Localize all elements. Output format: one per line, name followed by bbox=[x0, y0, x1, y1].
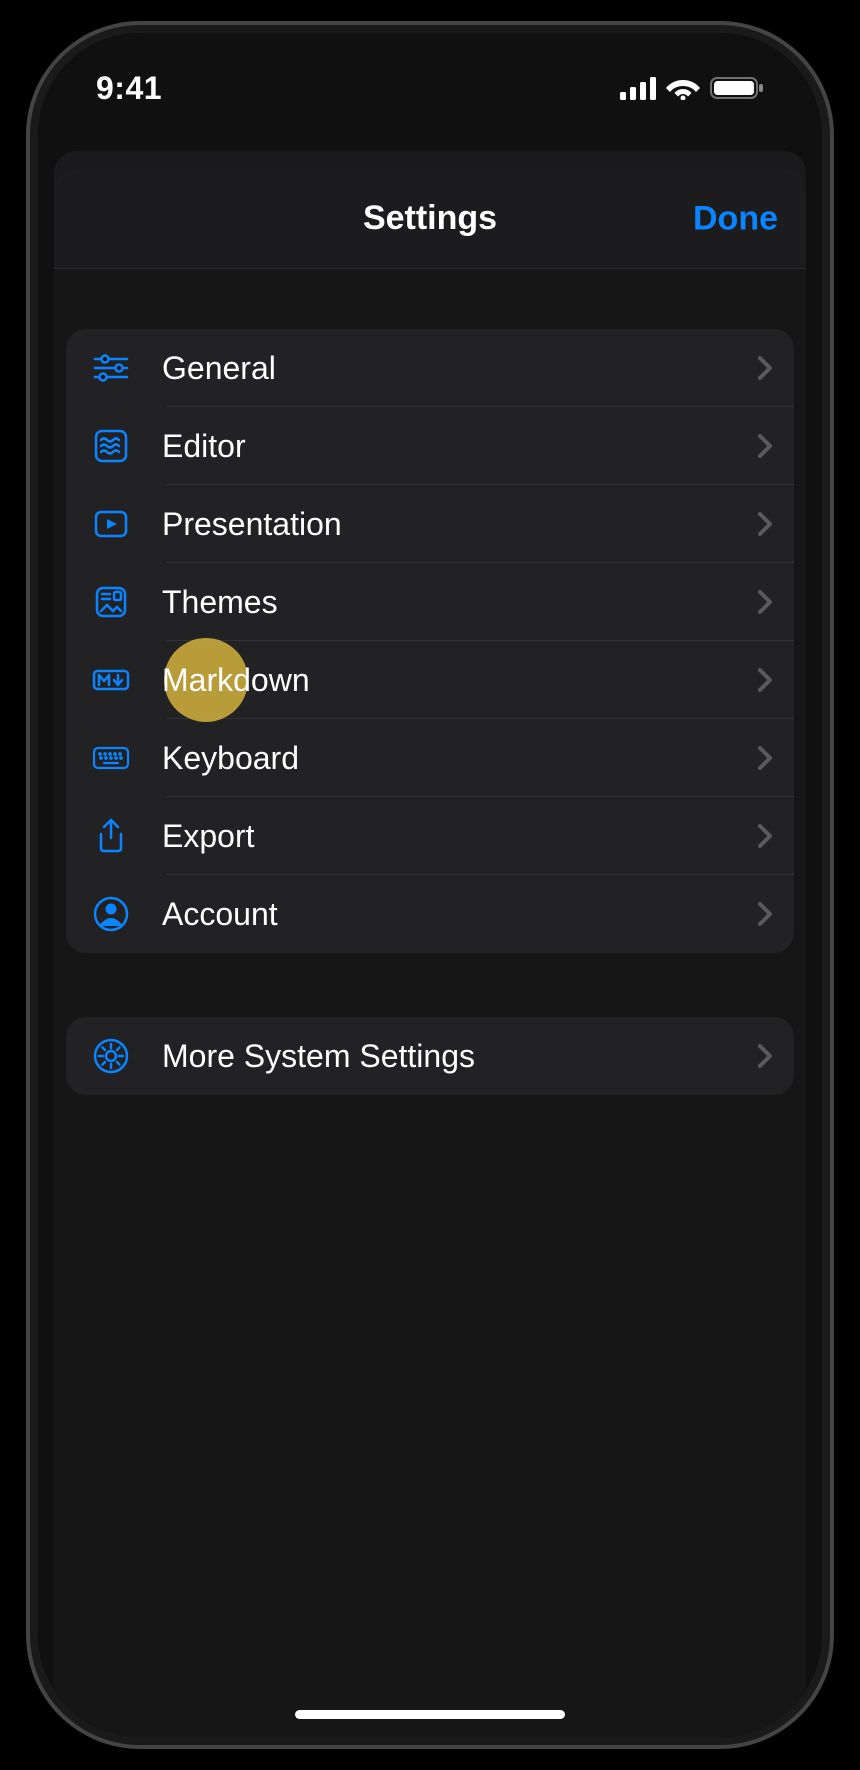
page-title: Settings bbox=[363, 199, 497, 238]
settings-row-export[interactable]: Export bbox=[66, 797, 794, 875]
chevron-right-icon bbox=[756, 744, 774, 772]
sliders-icon bbox=[86, 343, 136, 393]
row-label: Account bbox=[162, 896, 756, 933]
sheet-header: Settings Done bbox=[54, 169, 806, 269]
row-label: More System Settings bbox=[162, 1038, 756, 1075]
battery-icon bbox=[710, 76, 764, 100]
settings-sheet: Settings Done General bbox=[54, 169, 806, 1737]
row-label: Editor bbox=[162, 428, 756, 465]
settings-row-account[interactable]: Account bbox=[66, 875, 794, 953]
row-label: General bbox=[162, 350, 756, 387]
settings-content: General bbox=[54, 269, 806, 1095]
keyboard-icon bbox=[86, 733, 136, 783]
themes-icon bbox=[86, 577, 136, 627]
share-icon bbox=[86, 811, 136, 861]
settings-group-main: General bbox=[66, 329, 794, 953]
account-icon bbox=[86, 889, 136, 939]
chevron-right-icon bbox=[756, 510, 774, 538]
settings-row-presentation[interactable]: Presentation bbox=[66, 485, 794, 563]
play-icon bbox=[86, 499, 136, 549]
device-frame: 9:41 bbox=[30, 25, 830, 1745]
done-button[interactable]: Done bbox=[693, 199, 778, 238]
row-label: Presentation bbox=[162, 506, 756, 543]
status-time: 9:41 bbox=[96, 70, 162, 107]
chevron-right-icon bbox=[756, 666, 774, 694]
settings-row-editor[interactable]: Editor bbox=[66, 407, 794, 485]
settings-row-general[interactable]: General bbox=[66, 329, 794, 407]
cellular-icon bbox=[620, 76, 656, 100]
screen: 9:41 bbox=[38, 33, 822, 1737]
settings-group-system: More System Settings bbox=[66, 1017, 794, 1095]
status-bar: 9:41 bbox=[38, 33, 822, 143]
settings-row-keyboard[interactable]: Keyboard bbox=[66, 719, 794, 797]
settings-row-themes[interactable]: Themes bbox=[66, 563, 794, 641]
chevron-right-icon bbox=[756, 822, 774, 850]
chevron-right-icon bbox=[756, 432, 774, 460]
chevron-right-icon bbox=[756, 1042, 774, 1070]
row-label: Themes bbox=[162, 584, 756, 621]
row-label: Export bbox=[162, 818, 756, 855]
editor-icon bbox=[86, 421, 136, 471]
gear-circle-icon bbox=[86, 1031, 136, 1081]
wifi-icon bbox=[666, 76, 700, 100]
status-icons bbox=[620, 76, 764, 100]
row-label: Keyboard bbox=[162, 740, 756, 777]
markdown-icon bbox=[86, 655, 136, 705]
chevron-right-icon bbox=[756, 900, 774, 928]
home-indicator[interactable] bbox=[295, 1710, 565, 1719]
settings-row-more-system[interactable]: More System Settings bbox=[66, 1017, 794, 1095]
settings-row-markdown[interactable]: Markdown bbox=[66, 641, 794, 719]
chevron-right-icon bbox=[756, 588, 774, 616]
chevron-right-icon bbox=[756, 354, 774, 382]
row-label: Markdown bbox=[162, 662, 756, 699]
